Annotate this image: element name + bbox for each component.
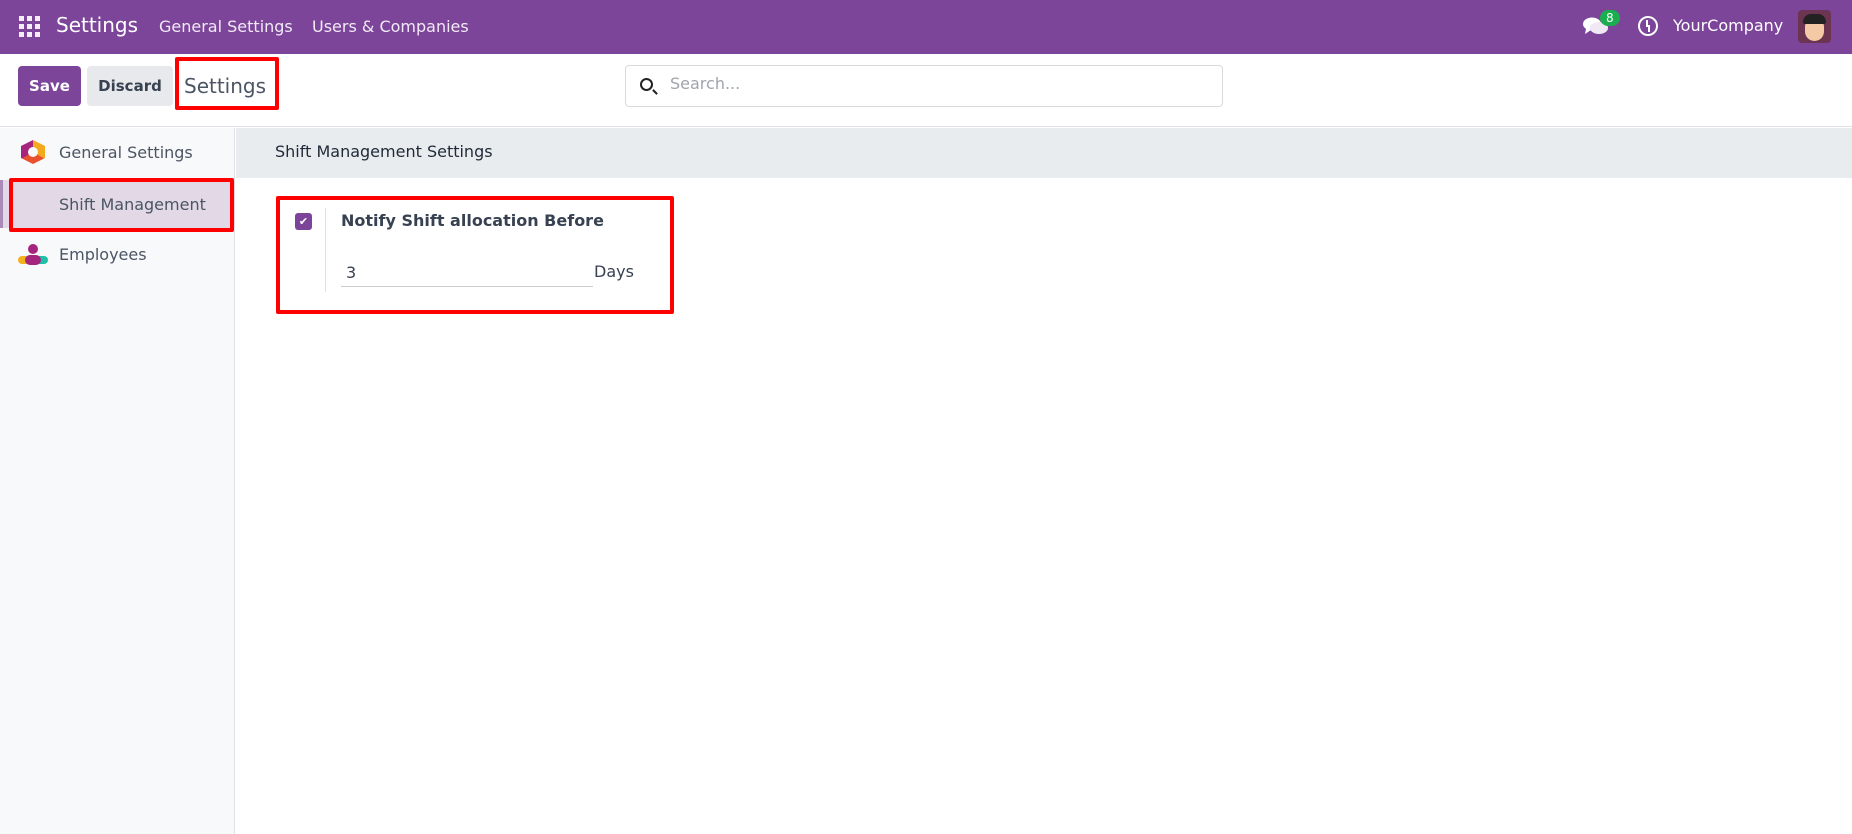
- general-settings-icon: [21, 140, 45, 164]
- sidebar-item-label: Employees: [59, 244, 147, 264]
- search-input[interactable]: [670, 74, 1190, 93]
- settings-sidebar: General Settings Shift Management Employ…: [0, 128, 235, 834]
- messages-badge: 8: [1600, 10, 1620, 26]
- apps-menu-icon[interactable]: [19, 16, 40, 37]
- company-switcher[interactable]: YourCompany: [1673, 16, 1783, 35]
- sidebar-item-general-settings[interactable]: General Settings: [0, 128, 235, 176]
- highlight-box-sidebar: [9, 178, 234, 232]
- sidebar-item-employees[interactable]: Employees: [0, 230, 235, 278]
- section-title: Shift Management Settings: [275, 142, 493, 161]
- menu-general-settings[interactable]: General Settings: [159, 17, 293, 36]
- menu-users-companies[interactable]: Users & Companies: [312, 17, 469, 36]
- activity-clock-icon[interactable]: [1638, 16, 1658, 36]
- search-icon: [640, 78, 653, 91]
- user-avatar[interactable]: [1798, 10, 1831, 43]
- sidebar-item-label: General Settings: [59, 142, 193, 162]
- section-header: Shift Management Settings: [236, 128, 1852, 178]
- employees-icon: [18, 244, 48, 265]
- highlight-box-title: [175, 57, 279, 110]
- highlight-box-setting: [276, 196, 674, 314]
- app-title[interactable]: Settings: [56, 13, 138, 37]
- discard-button[interactable]: Discard: [87, 66, 173, 106]
- search-box[interactable]: [625, 65, 1223, 107]
- top-navbar: Settings General Settings Users & Compan…: [0, 0, 1852, 54]
- save-button[interactable]: Save: [18, 66, 81, 106]
